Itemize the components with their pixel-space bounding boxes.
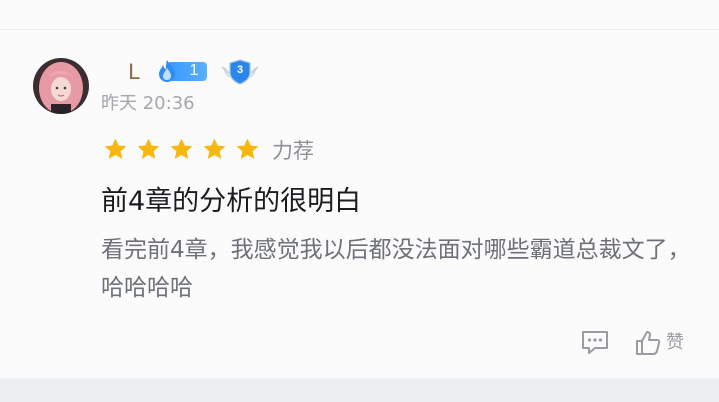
rating-label: 力荐 — [272, 139, 314, 163]
star-icon — [170, 138, 193, 159]
flame-icon — [159, 60, 175, 82]
like-button[interactable]: 赞 — [634, 328, 684, 358]
fan-level-badge: 1 — [155, 59, 207, 83]
timestamp: 昨天 20:36 — [101, 93, 195, 114]
star-rating — [103, 137, 260, 165]
star-icon — [203, 138, 226, 159]
comment-button[interactable] — [580, 328, 610, 356]
star-icon — [104, 138, 127, 159]
review-title: 前4章的分析的很明白 — [101, 186, 362, 217]
username[interactable]: L — [128, 58, 140, 86]
star-icon — [236, 138, 259, 159]
star-icon — [137, 138, 160, 159]
like-label: 赞 — [666, 332, 684, 353]
thumbs-up-icon — [636, 331, 661, 355]
review-body: 看完前4章，我感觉我以后都没法面对哪些霸道总裁文了，哈哈哈哈 — [101, 237, 691, 301]
member-level-badge: 3 — [219, 58, 261, 86]
top-divider — [0, 29, 719, 30]
avatar[interactable] — [33, 58, 89, 114]
review-card: L 1 3 昨天 20:36 力荐 前4章的分析的很明白 看完前4章，我感觉我以… — [0, 0, 719, 378]
member-level-number: 3 — [236, 64, 244, 76]
comment-icon — [582, 331, 608, 354]
fan-level-number: 1 — [189, 62, 199, 79]
